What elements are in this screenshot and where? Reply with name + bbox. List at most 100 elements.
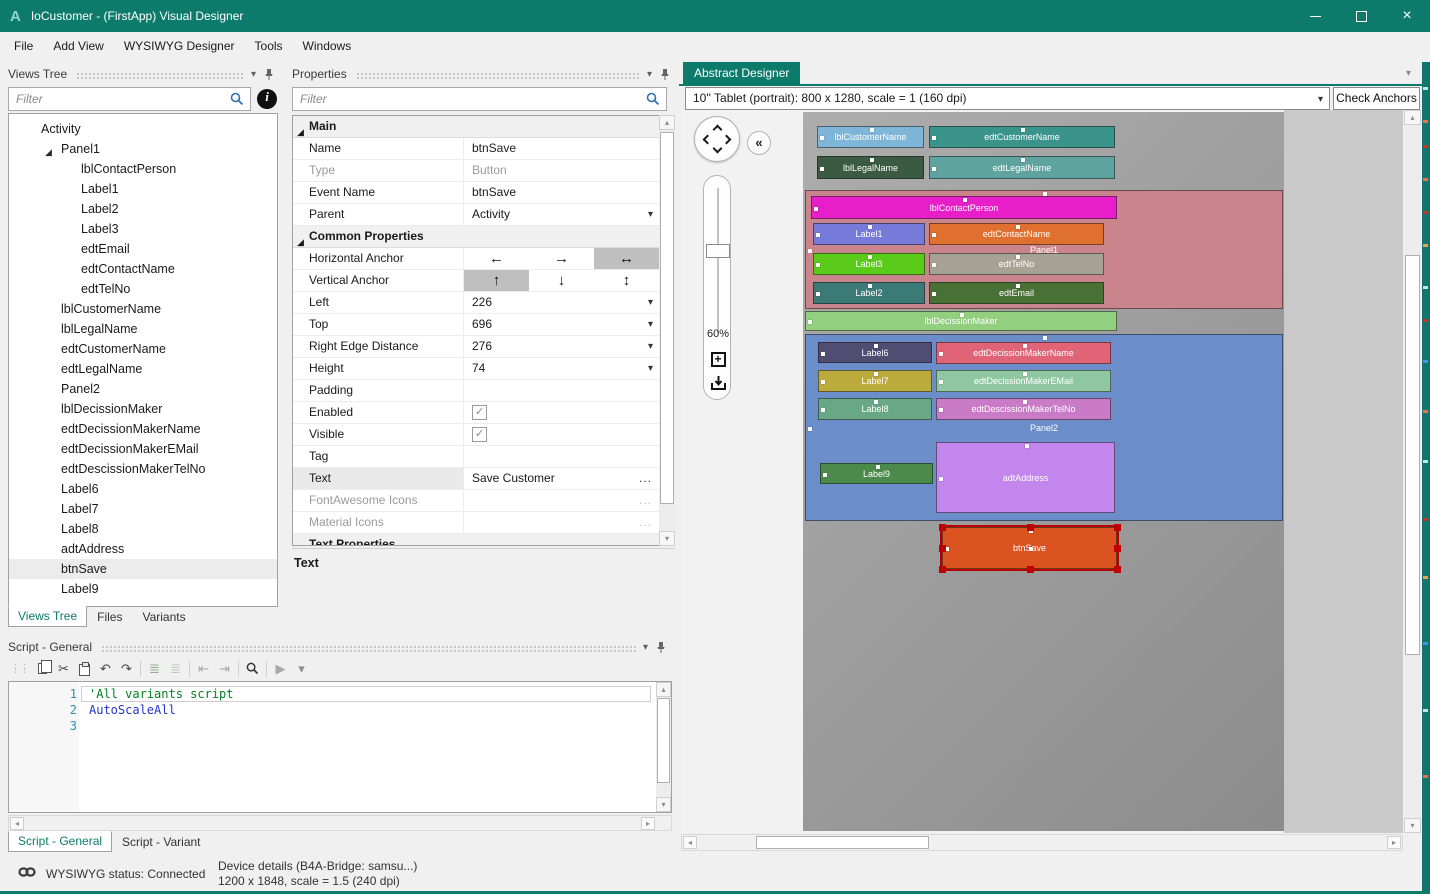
canvas-view-edtdecissionmakeremail[interactable]: edtDecissionMakerEMail: [936, 370, 1111, 392]
run-icon[interactable]: ▶: [270, 658, 291, 679]
tree-item-label2[interactable]: Label2: [9, 199, 277, 219]
checkbox-enabled[interactable]: ✓: [472, 405, 487, 420]
chevron-down-icon[interactable]: ▾: [648, 292, 653, 313]
designer-canvas[interactable]: lblCustomerNameedtCustomerNamelblLegalNa…: [681, 110, 1403, 833]
canvas-view-edtcontactname[interactable]: edtContactName: [929, 223, 1104, 245]
property-value-text[interactable]: Save Customer...: [464, 468, 659, 489]
scroll-up-icon[interactable]: ▴: [656, 682, 671, 697]
chevron-down-icon[interactable]: ▾: [648, 314, 653, 335]
category-expander-icon[interactable]: ◢: [297, 540, 304, 546]
anchor-option-horizontal-anchor-0[interactable]: ←: [464, 248, 529, 269]
selection-handle[interactable]: [1027, 566, 1034, 573]
close-button[interactable]: ×: [1384, 0, 1430, 32]
property-value-top[interactable]: 696▾: [464, 314, 659, 335]
search-icon[interactable]: [242, 658, 263, 679]
check-anchors-button[interactable]: Check Anchors: [1333, 87, 1420, 110]
indent-icon[interactable]: ⇥: [214, 658, 235, 679]
anchor-option-horizontal-anchor-2[interactable]: ↔: [594, 248, 659, 269]
property-category-text-properties[interactable]: ◢Text Properties: [293, 534, 659, 546]
scroll-down-icon[interactable]: ▾: [1404, 818, 1421, 833]
tree-item-label6[interactable]: Label6: [9, 479, 277, 499]
pan-up-icon[interactable]: [713, 125, 723, 135]
menu-add-view[interactable]: Add View: [43, 32, 113, 60]
maximize-button[interactable]: [1338, 0, 1384, 32]
selection-handle[interactable]: [1027, 524, 1034, 531]
chevron-down-icon[interactable]: ▾: [648, 336, 653, 357]
scroll-right-icon[interactable]: ▸: [641, 817, 655, 830]
panel-menu-caret-icon[interactable]: ▾: [643, 642, 648, 653]
canvas-view-label8[interactable]: Label8: [818, 398, 932, 420]
tree-item-edtemail[interactable]: edtEmail: [9, 239, 277, 259]
tree-item-edtdescissionmakertelno[interactable]: edtDescissionMakerTelNo: [9, 459, 277, 479]
designer-hscrollbar-thumb[interactable]: [756, 836, 929, 849]
scroll-right-icon[interactable]: ▸: [1387, 836, 1401, 849]
property-value-event-name[interactable]: btnSave: [464, 182, 659, 203]
property-category-main[interactable]: ◢Main: [293, 116, 659, 138]
canvas-view-edtcustomername[interactable]: edtCustomerName: [929, 126, 1115, 148]
tree-item-edttelno[interactable]: edtTelNo: [9, 279, 277, 299]
panel-menu-caret-icon[interactable]: ▾: [251, 69, 256, 80]
canvas-view-label3[interactable]: Label3: [813, 253, 925, 275]
script-editor[interactable]: 1'All variants script2AutoScaleAll3: [8, 681, 672, 813]
tree-item-edtcustomername[interactable]: edtCustomerName: [9, 339, 277, 359]
selection-handle[interactable]: [1114, 545, 1121, 552]
property-category-common-properties[interactable]: ◢Common Properties: [293, 226, 659, 248]
canvas-view-label9[interactable]: Label9: [820, 463, 933, 484]
scroll-up-icon[interactable]: ▴: [659, 115, 675, 130]
property-value-parent[interactable]: Activity▾: [464, 204, 659, 225]
pin-icon[interactable]: [660, 68, 670, 81]
tree-item-panel2[interactable]: Panel2: [9, 379, 277, 399]
editor-scrollbar-thumb[interactable]: [657, 698, 670, 783]
property-value-padding[interactable]: [464, 380, 659, 401]
properties-scrollbar-track[interactable]: [659, 130, 675, 531]
ellipsis-button[interactable]: ...: [639, 468, 652, 489]
selection-handle[interactable]: [939, 545, 946, 552]
minimize-button[interactable]: [1292, 0, 1338, 32]
designer-vscrollbar-thumb[interactable]: [1405, 255, 1420, 655]
scroll-left-icon[interactable]: ◂: [683, 836, 697, 849]
tree-item-edtdecissionmakeremail[interactable]: edtDecissionMakerEMail: [9, 439, 277, 459]
tree-item-label9[interactable]: Label9: [9, 579, 277, 599]
zoom-slider-track[interactable]: [717, 188, 719, 333]
selection-handle[interactable]: [939, 524, 946, 531]
tree-item-lblcontactperson[interactable]: lblContactPerson: [9, 159, 277, 179]
tree-item-label1[interactable]: Label1: [9, 179, 277, 199]
tab-script-general[interactable]: Script - General: [8, 831, 112, 852]
scroll-down-icon[interactable]: ▾: [659, 531, 675, 546]
tree-item-label8[interactable]: Label8: [9, 519, 277, 539]
pin-icon[interactable]: [264, 68, 274, 81]
tree-item-edtdecissionmakername[interactable]: edtDecissionMakerName: [9, 419, 277, 439]
pan-down-icon[interactable]: [713, 144, 723, 154]
tree-item-lbldecissionmaker[interactable]: lblDecissionMaker: [9, 399, 277, 419]
property-value-visible[interactable]: ✓: [464, 424, 659, 445]
canvas-view-lbldecissionmaker[interactable]: lblDecissionMaker: [805, 311, 1117, 331]
paste-icon[interactable]: [74, 658, 95, 679]
tree-item-panel1[interactable]: ◢Panel1: [9, 139, 277, 159]
designer-tab-overflow-icon[interactable]: ▾: [1406, 68, 1411, 79]
toolbar-overflow-icon[interactable]: ▾: [291, 658, 312, 679]
tab-script-variant[interactable]: Script - Variant: [112, 832, 210, 853]
tree-item-lblcustomername[interactable]: lblCustomerName: [9, 299, 277, 319]
canvas-view-lblcontactperson[interactable]: lblContactPerson: [811, 196, 1117, 219]
property-value-height[interactable]: 74▾: [464, 358, 659, 379]
tab-files[interactable]: Files: [87, 607, 132, 628]
selection-handle[interactable]: [939, 566, 946, 573]
canvas-view-edttelno[interactable]: edtTelNo: [929, 253, 1104, 275]
tree-item-label7[interactable]: Label7: [9, 499, 277, 519]
canvas-view-label7[interactable]: Label7: [818, 370, 932, 392]
scroll-down-icon[interactable]: ▾: [656, 797, 671, 812]
scroll-left-icon[interactable]: ◂: [10, 817, 24, 830]
canvas-view-btnsave[interactable]: btnSave: [942, 527, 1117, 569]
fit-to-window-button[interactable]: +: [707, 348, 729, 370]
property-value-left[interactable]: 226▾: [464, 292, 659, 313]
tree-item-adtaddress[interactable]: adtAddress: [9, 539, 277, 559]
canvas-view-edtemail[interactable]: edtEmail: [929, 282, 1104, 304]
properties-scrollbar-thumb[interactable]: [660, 132, 674, 504]
anchor-option-vertical-anchor-2[interactable]: ↕: [594, 270, 659, 291]
menu-windows[interactable]: Windows: [293, 32, 362, 60]
tab-views-tree[interactable]: Views Tree: [8, 606, 87, 627]
tree-item-btnsave[interactable]: btnSave: [9, 559, 277, 579]
info-icon[interactable]: i: [257, 89, 277, 109]
checkbox-visible[interactable]: ✓: [472, 427, 487, 442]
tree-item-label3[interactable]: Label3: [9, 219, 277, 239]
